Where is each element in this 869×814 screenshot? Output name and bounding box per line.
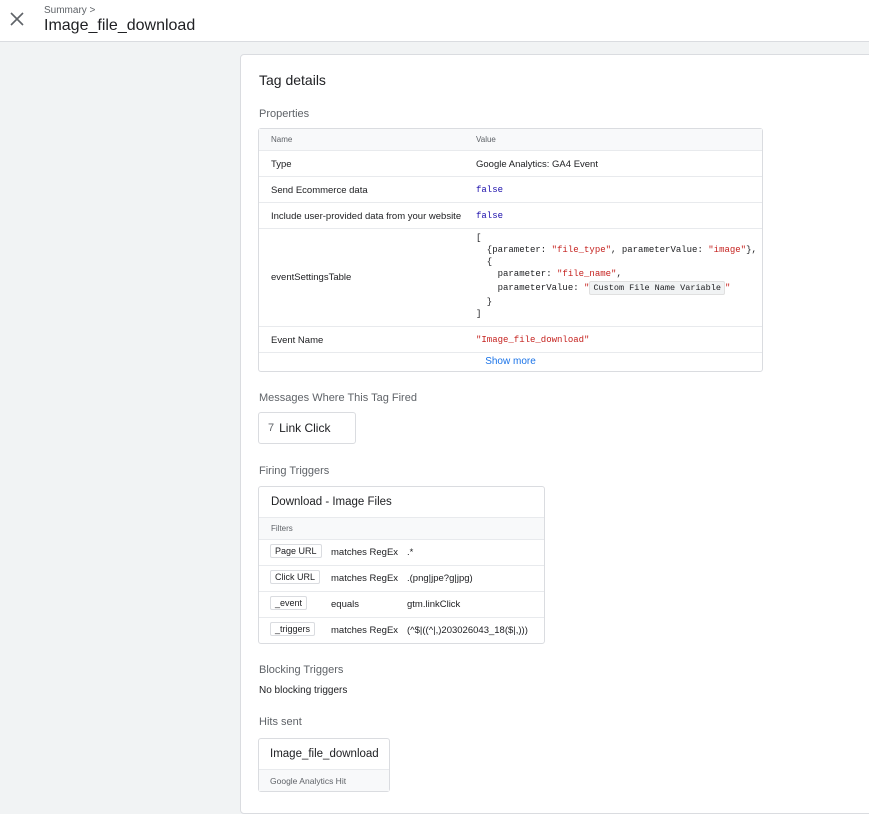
filters-label: Filters	[271, 524, 293, 533]
filter-variable: _triggers	[270, 622, 316, 636]
filter-value: .*	[407, 547, 414, 558]
filter-value: (^$|((^|,)203026043_18($|,)))	[407, 625, 528, 636]
filter-variable: _event	[270, 596, 308, 610]
code-line: parameter: "file_name",	[476, 269, 622, 279]
property-name: Event Name	[271, 335, 324, 346]
filter-row: _triggers matches RegEx (^$|((^|,)203026…	[259, 618, 544, 644]
page-title: Image_file_download	[44, 17, 196, 34]
hit-type: Google Analytics Hit	[270, 776, 347, 786]
variable-chip[interactable]: Custom File Name Variable	[589, 281, 725, 295]
properties-table: Name Value Type Google Analytics: GA4 Ev…	[258, 128, 763, 372]
property-name: Send Ecommerce data	[271, 185, 368, 196]
code-line: }	[476, 297, 493, 307]
filter-operator: matches RegEx	[331, 625, 399, 636]
property-row-event-name: Event Name "Image_file_download"	[259, 327, 762, 353]
filter-value: gtm.linkClick	[407, 599, 461, 610]
property-row-ecommerce: Send Ecommerce data false	[259, 177, 762, 203]
filter-value: .(png|jpe?g|jpg)	[407, 573, 473, 584]
filter-operator: matches RegEx	[331, 547, 399, 558]
hit-name: Image_file_download	[270, 748, 379, 760]
message-label: Link Click	[279, 421, 331, 435]
properties-section-label: Properties	[259, 108, 310, 120]
code-line: ]	[476, 309, 482, 319]
messages-section-label: Messages Where This Tag Fired	[259, 392, 417, 404]
property-name: eventSettingsTable	[271, 272, 352, 283]
property-value: Google Analytics: GA4 Event	[476, 159, 598, 170]
tag-details-panel: Tag details Properties Name Value Type G…	[240, 54, 869, 814]
property-row-type: Type Google Analytics: GA4 Event	[259, 151, 762, 177]
panel-title: Tag details	[259, 72, 326, 88]
firing-triggers-section-label: Firing Triggers	[259, 465, 330, 477]
property-row-event-settings: eventSettingsTable [ {parameter: "file_t…	[259, 229, 762, 327]
property-name: Type	[271, 159, 292, 170]
code-line: parameterValue: " Custom File Name Variab…	[476, 281, 731, 295]
filters-header: Filters	[259, 517, 544, 540]
filter-row: Click URL matches RegEx .(png|jpe?g|jpg)	[259, 566, 544, 592]
property-value: "Image_file_download"	[476, 335, 590, 345]
filter-operator: equals	[331, 599, 359, 610]
property-name: Include user-provided data from your web…	[271, 211, 462, 222]
filter-row: Page URL matches RegEx .*	[259, 540, 544, 566]
hit-type-bar: Google Analytics Hit	[259, 769, 389, 791]
hits-sent-section-label: Hits sent	[259, 716, 302, 728]
filter-variable: Page URL	[270, 544, 322, 558]
show-more-link[interactable]: Show more	[259, 356, 762, 367]
property-row-user-data: Include user-provided data from your web…	[259, 203, 762, 229]
property-value: false	[476, 211, 504, 221]
properties-header-row: Name Value	[259, 129, 762, 151]
property-value: false	[476, 185, 504, 195]
filter-row: _event equals gtm.linkClick	[259, 592, 544, 618]
column-header-name: Name	[271, 135, 293, 144]
trigger-name: Download - Image Files	[271, 496, 392, 508]
top-bar: Summary > Image_file_download	[0, 0, 869, 42]
code-line: {	[476, 257, 493, 267]
filter-variable: Click URL	[270, 570, 321, 584]
trigger-card[interactable]: Download - Image Files Filters Page URL …	[258, 486, 545, 644]
code-line: [	[476, 233, 482, 243]
breadcrumb[interactable]: Summary >	[44, 5, 95, 16]
message-chip[interactable]: 7 Link Click	[258, 412, 356, 444]
close-button[interactable]	[5, 7, 29, 31]
hit-card[interactable]: Image_file_download Google Analytics Hit	[258, 738, 390, 792]
close-icon[interactable]	[10, 12, 24, 26]
code-line: {parameter: "file_type", parameterValue:…	[476, 245, 757, 255]
no-blocking-text: No blocking triggers	[259, 685, 348, 696]
column-header-value: Value	[476, 135, 496, 144]
message-number: 7	[268, 422, 275, 434]
filter-operator: matches RegEx	[331, 573, 399, 584]
blocking-triggers-section-label: Blocking Triggers	[259, 664, 344, 676]
